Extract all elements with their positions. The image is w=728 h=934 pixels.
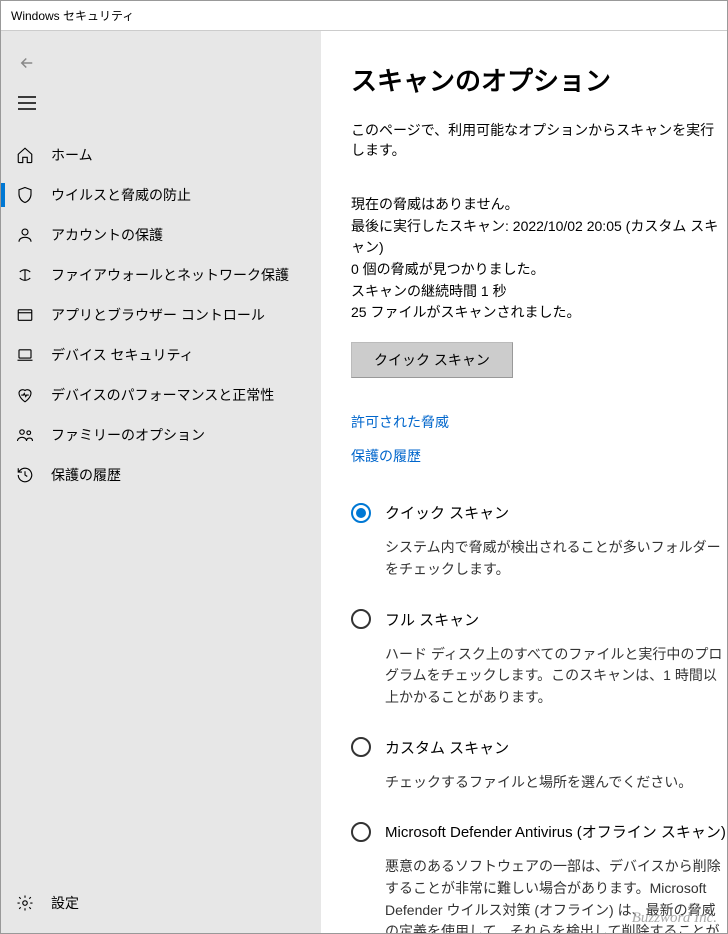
arrow-left-icon	[18, 54, 36, 72]
nav-item-label: ファイアウォールとネットワーク保護	[51, 265, 289, 285]
status-line: 25 ファイルがスキャンされました。	[351, 302, 727, 324]
quick-scan-button[interactable]: クイック スキャン	[351, 342, 513, 378]
window-title: Windows セキュリティ	[11, 7, 134, 24]
nav-item-settings[interactable]: 設定	[1, 883, 321, 923]
radio-option-custom[interactable]: カスタム スキャン	[351, 737, 727, 758]
nav-item-app-browser[interactable]: アプリとブラウザー コントロール	[1, 295, 321, 335]
watermark: Buzzword Inc.	[632, 910, 717, 927]
protection-history-link[interactable]: 保護の履歴	[351, 446, 727, 466]
nav-item-label: デバイスのパフォーマンスと正常性	[51, 385, 274, 405]
radio-option-full[interactable]: フル スキャン	[351, 609, 727, 630]
radio-option-offline[interactable]: Microsoft Defender Antivirus (オフライン スキャン…	[351, 821, 727, 842]
page-subtitle: このページで、利用可能なオプションからスキャンを実行します。	[351, 120, 727, 160]
radio-description: ハード ディスク上のすべてのファイルと実行中のプログラムをチェックします。このス…	[385, 644, 727, 709]
radio-description: システム内で脅威が検出されることが多いフォルダーをチェックします。	[385, 537, 727, 580]
people-icon	[15, 425, 35, 445]
radio-icon	[351, 737, 371, 757]
radio-icon	[351, 609, 371, 629]
wifi-icon	[15, 265, 35, 285]
nav-item-device-security[interactable]: デバイス セキュリティ	[1, 335, 321, 375]
home-icon	[15, 145, 35, 165]
heart-icon	[15, 385, 35, 405]
nav-item-account[interactable]: アカウントの保護	[1, 215, 321, 255]
back-button[interactable]	[7, 47, 47, 79]
status-line: 現在の脅威はありません。	[351, 194, 727, 216]
radio-label: カスタム スキャン	[385, 737, 509, 758]
history-icon	[15, 465, 35, 485]
nav-item-family[interactable]: ファミリーのオプション	[1, 415, 321, 455]
radio-label: クイック スキャン	[385, 502, 509, 523]
nav-item-firewall[interactable]: ファイアウォールとネットワーク保護	[1, 255, 321, 295]
nav-list: ホーム ウイルスと脅威の防止 アカウントの保護	[1, 135, 321, 495]
status-line: スキャンの継続時間 1 秒	[351, 281, 727, 303]
nav-item-virus[interactable]: ウイルスと脅威の防止	[1, 175, 321, 215]
laptop-icon	[15, 345, 35, 365]
nav-item-label: アカウントの保護	[51, 225, 163, 245]
main-content: スキャンのオプション このページで、利用可能なオプションからスキャンを実行します…	[321, 31, 727, 933]
sidebar: ホーム ウイルスと脅威の防止 アカウントの保護	[1, 31, 321, 933]
allowed-threats-link[interactable]: 許可された脅威	[351, 412, 727, 432]
page-title: スキャンのオプション	[351, 61, 727, 98]
nav-item-label: 設定	[51, 893, 79, 913]
nav-item-label: ウイルスと脅威の防止	[51, 185, 191, 205]
shield-icon	[15, 185, 35, 205]
radio-icon	[351, 822, 371, 842]
status-line: 最後に実行したスキャン: 2022/10/02 20:05 (カスタム スキャン…	[351, 216, 727, 259]
scan-options-group: クイック スキャン システム内で脅威が検出されることが多いフォルダーをチェックし…	[351, 502, 727, 933]
radio-option-quick[interactable]: クイック スキャン	[351, 502, 727, 523]
radio-description: チェックするファイルと場所を選んでください。	[385, 772, 727, 794]
gear-icon	[15, 893, 35, 913]
nav-item-label: 保護の履歴	[51, 465, 121, 485]
radio-label: フル スキャン	[385, 609, 479, 630]
menu-toggle-button[interactable]	[7, 85, 47, 121]
threat-status: 現在の脅威はありません。 最後に実行したスキャン: 2022/10/02 20:…	[351, 194, 727, 324]
window-titlebar: Windows セキュリティ	[1, 1, 727, 31]
nav-item-label: アプリとブラウザー コントロール	[51, 305, 265, 325]
radio-icon	[351, 503, 371, 523]
nav-item-label: デバイス セキュリティ	[51, 345, 194, 365]
nav-item-label: ファミリーのオプション	[51, 425, 205, 445]
nav-item-performance[interactable]: デバイスのパフォーマンスと正常性	[1, 375, 321, 415]
status-line: 0 個の脅威が見つかりました。	[351, 259, 727, 281]
window-icon	[15, 305, 35, 325]
nav-item-home[interactable]: ホーム	[1, 135, 321, 175]
radio-label: Microsoft Defender Antivirus (オフライン スキャン…	[385, 821, 726, 842]
nav-item-label: ホーム	[51, 145, 93, 165]
hamburger-icon	[18, 96, 36, 110]
person-icon	[15, 225, 35, 245]
nav-item-history[interactable]: 保護の履歴	[1, 455, 321, 495]
